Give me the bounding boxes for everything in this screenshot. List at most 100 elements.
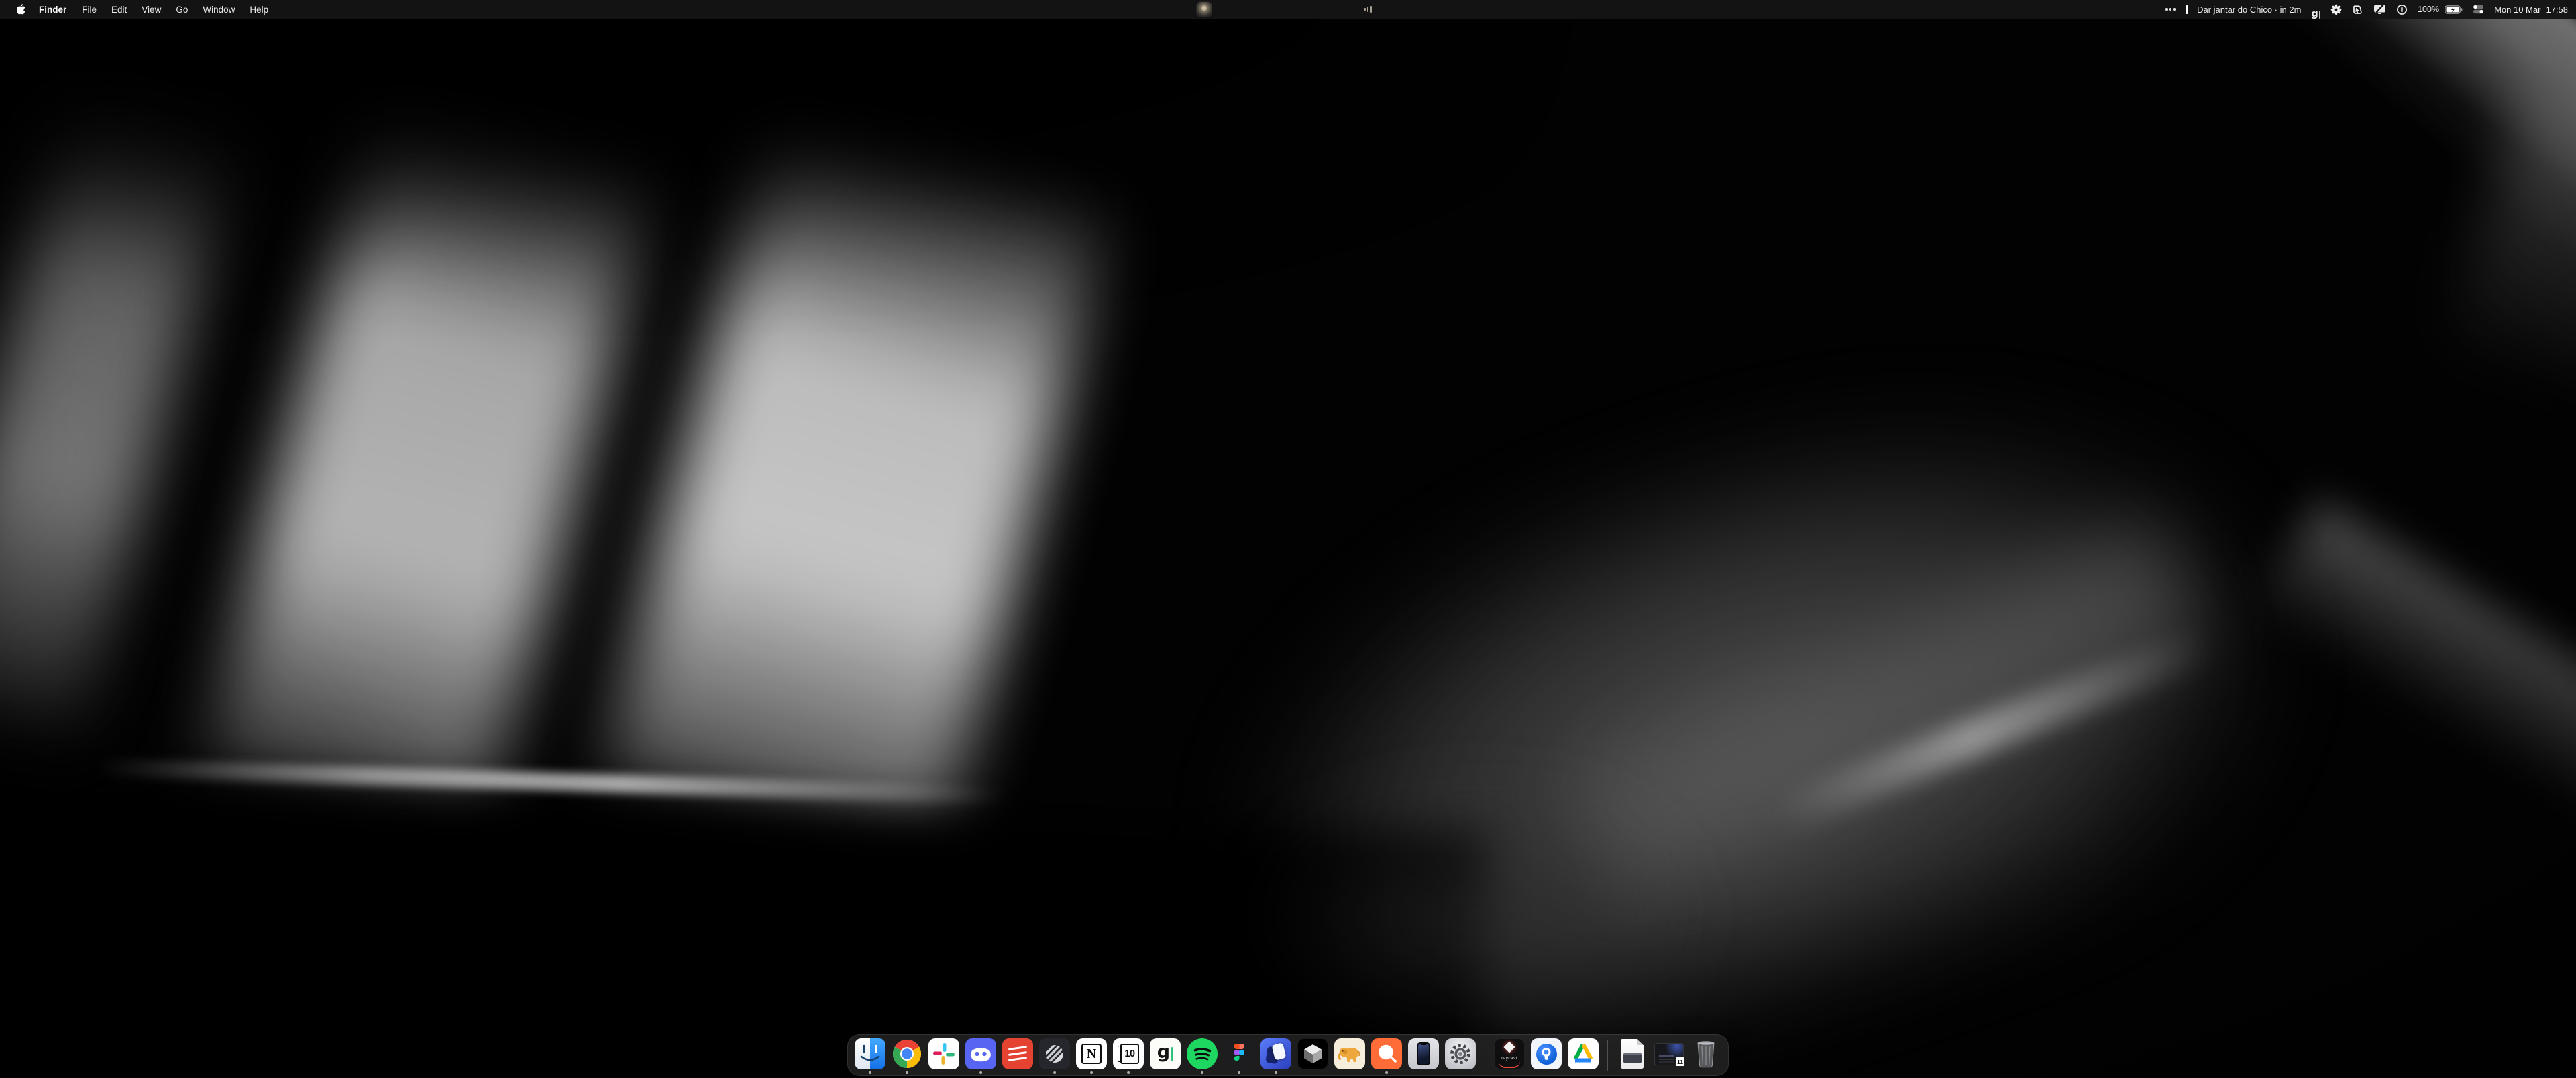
- dock-item-notion[interactable]: N: [1076, 1037, 1107, 1073]
- menu-file[interactable]: File: [74, 0, 104, 19]
- menu-bar-status: Dar jantar do Chico · in 2m g: [2165, 0, 2576, 19]
- control-center-icon: [2473, 4, 2484, 15]
- dock-item-linear[interactable]: [1039, 1037, 1070, 1073]
- dock-item-document[interactable]: [1617, 1037, 1648, 1073]
- simulator-icon: [1408, 1038, 1439, 1069]
- reminder-text: Dar jantar do Chico · in 2m: [2197, 5, 2301, 15]
- dock-item-postman[interactable]: [1371, 1037, 1402, 1073]
- dock-divider: [1607, 1040, 1608, 1071]
- reminder-menu-item[interactable]: Dar jantar do Chico · in 2m: [2186, 0, 2301, 19]
- granola-menu-item[interactable]: g: [2311, 0, 2320, 19]
- menu-edit[interactable]: Edit: [104, 0, 134, 19]
- bloom-flower-menu-item[interactable]: [2330, 0, 2342, 19]
- cursor-pointer-icon: [2352, 4, 2363, 15]
- signal-bars-icon[interactable]: [1364, 0, 1372, 19]
- dock-item-discord[interactable]: [965, 1037, 996, 1073]
- slack-icon: [928, 1038, 959, 1069]
- dock-item-figma[interactable]: [1224, 1037, 1254, 1073]
- menu-window[interactable]: Window: [195, 0, 242, 19]
- menubar-clock[interactable]: Mon 10 Mar 17:58: [2494, 0, 2568, 19]
- google-drive-icon: [1568, 1038, 1599, 1069]
- notion-calendar-glyph: 10: [1124, 1048, 1134, 1059]
- 1password-icon: [2396, 4, 2408, 15]
- running-indicator: [1127, 1071, 1130, 1074]
- dock-item-raycast[interactable]: raycast: [1494, 1037, 1525, 1073]
- screenshot-thumbnail: 11: [1654, 1043, 1684, 1065]
- dock-item-notion-calendar[interactable]: 10: [1113, 1037, 1144, 1073]
- onepassword-menu-item[interactable]: [2396, 0, 2408, 19]
- cursor-app-menu-item[interactable]: [2352, 0, 2363, 19]
- postman-icon: [1371, 1038, 1402, 1069]
- display-mirroring-icon: [2373, 4, 2386, 15]
- dock-item-google-drive[interactable]: [1568, 1037, 1599, 1073]
- running-indicator: [906, 1071, 908, 1074]
- screen-studio-icon: [1260, 1038, 1291, 1069]
- running-indicator: [1385, 1071, 1388, 1074]
- menubar-camera-avatar[interactable]: [1197, 2, 1212, 17]
- display-menu-item[interactable]: [2373, 0, 2386, 19]
- battery-charging-icon: [2445, 5, 2463, 14]
- overflow-dots-icon: [2165, 8, 2176, 10]
- desktop-wallpaper: [0, 0, 2576, 1078]
- dock-item-todoist[interactable]: [1002, 1037, 1033, 1073]
- bloom-flower-icon: [2330, 4, 2342, 15]
- running-indicator: [979, 1071, 982, 1074]
- running-indicator: [1238, 1071, 1240, 1074]
- linear-icon: [1039, 1038, 1070, 1069]
- raycast-label: raycast: [1494, 1056, 1525, 1061]
- dock-item-simulator[interactable]: [1408, 1037, 1439, 1073]
- raycast-icon: raycast: [1494, 1038, 1525, 1069]
- running-indicator: [1275, 1071, 1277, 1074]
- spotify-icon: [1187, 1038, 1218, 1069]
- dock-item-granola[interactable]: g: [1150, 1037, 1181, 1073]
- event-marker-icon: [2186, 5, 2188, 14]
- control-center-menu-item[interactable]: [2473, 0, 2484, 19]
- chrome-icon: [892, 1038, 922, 1069]
- system-settings-icon: [1445, 1038, 1476, 1069]
- dock-item-screenshot-stack[interactable]: 11: [1654, 1037, 1684, 1073]
- running-indicator: [1090, 1071, 1093, 1074]
- menu-bar-left: Finder File Edit View Go Window Help: [0, 0, 276, 19]
- granola-glyph: g: [2311, 9, 2318, 19]
- apple-menu[interactable]: [11, 0, 31, 19]
- running-indicator: [1053, 1071, 1056, 1074]
- running-indicator: [869, 1071, 871, 1074]
- menu-view[interactable]: View: [134, 0, 168, 19]
- calendar-badge: 11: [1675, 1057, 1685, 1067]
- dock-item-postico[interactable]: [1334, 1037, 1365, 1073]
- raycast-red-arc: [1499, 1061, 1520, 1068]
- raycast-diamond: [1504, 1042, 1515, 1053]
- trash-icon: [1690, 1038, 1721, 1069]
- dock-item-screen-studio[interactable]: [1260, 1037, 1291, 1073]
- notion-glyph: N: [1087, 1046, 1096, 1062]
- menubar-time: 17:58: [2546, 5, 2568, 15]
- dock-item-cursor[interactable]: [1297, 1037, 1328, 1073]
- finder-icon: [855, 1038, 885, 1069]
- dock-item-slack[interactable]: [928, 1037, 959, 1073]
- battery-menu-item[interactable]: 100%: [2418, 0, 2463, 19]
- battery-percent: 100%: [2418, 5, 2439, 14]
- document-file-icon: [1617, 1038, 1648, 1069]
- discord-icon: [965, 1038, 996, 1069]
- dock-panel: N 10 g: [847, 1034, 1729, 1076]
- granola-cursor-bar: [2319, 11, 2320, 19]
- notion-icon: N: [1076, 1038, 1107, 1069]
- 1password-dock-icon: [1531, 1038, 1562, 1069]
- overflow-menu-item[interactable]: [2165, 0, 2176, 19]
- menubar-date: Mon 10 Mar: [2494, 5, 2540, 15]
- menu-help[interactable]: Help: [242, 0, 276, 19]
- dock-item-spotify[interactable]: [1187, 1037, 1218, 1073]
- dock-area: N 10 g: [0, 1034, 2576, 1076]
- apple-icon: [17, 4, 25, 15]
- granola-icon: g: [1150, 1038, 1181, 1069]
- dock-item-chrome[interactable]: [892, 1037, 922, 1073]
- dock-item-finder[interactable]: [855, 1037, 885, 1073]
- menu-go[interactable]: Go: [168, 0, 195, 19]
- notion-calendar-icon: 10: [1113, 1038, 1144, 1069]
- dock-item-system-settings[interactable]: [1445, 1037, 1476, 1073]
- running-indicator: [1201, 1071, 1203, 1074]
- dock-item-1password[interactable]: [1531, 1037, 1562, 1073]
- menu-bar: Finder File Edit View Go Window Help Dar…: [0, 0, 2576, 19]
- dock-item-trash[interactable]: [1690, 1037, 1721, 1073]
- menu-app-name[interactable]: Finder: [31, 0, 74, 19]
